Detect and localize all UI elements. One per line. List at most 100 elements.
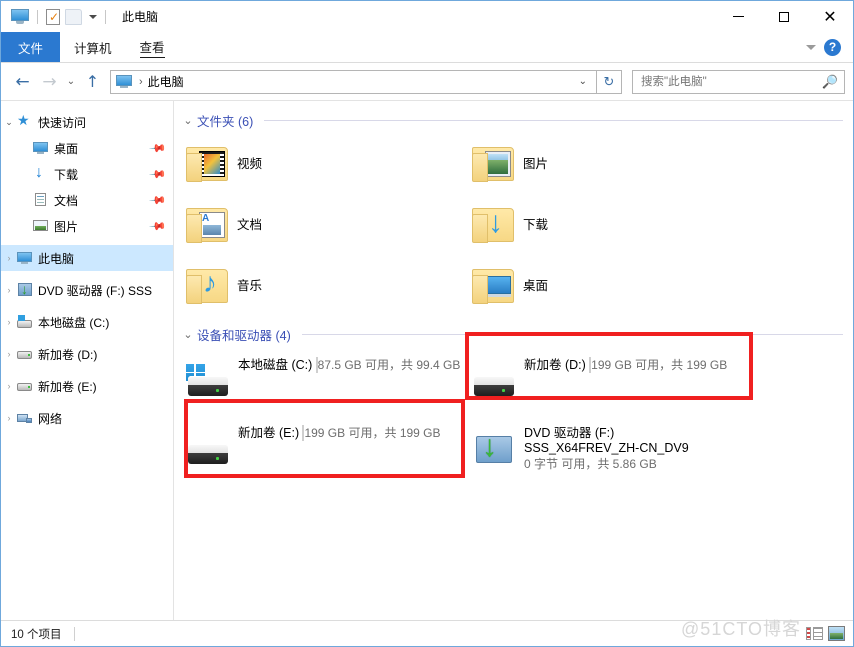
chevron-down-icon[interactable]: ⌄ [182,328,194,341]
tab-computer[interactable]: 计算机 [60,32,126,62]
expander-icon[interactable]: ⌄ [1,117,17,128]
sidebar-item-desktop[interactable]: 桌面 📌 [1,135,173,161]
item-label: 下载 [523,218,549,232]
hard-drive-icon [184,432,232,472]
group-header-folders[interactable]: ⌄ 文件夹 (6) [174,107,853,132]
file-explorer-window: ✓ 此电脑 ✕ 文件 计算机 查看 ? ← → ⌄ ↑ › 此电脑 ⌄ ↻ 搜索… [0,0,854,647]
ribbon-right-controls: ? [806,32,847,62]
recent-locations-button[interactable]: ⌄ [63,68,79,96]
group-header-drives[interactable]: ⌄ 设备和驱动器 (4) [174,321,853,346]
maximize-button[interactable] [761,1,807,32]
chevron-down-icon-path[interactable]: ⌄ [572,76,594,87]
up-button[interactable]: ↑ [79,68,106,96]
desktop-icon [33,141,49,155]
pin-icon[interactable]: 📌 [149,139,168,157]
list-item-downloads[interactable]: 下载 [464,193,750,254]
expander-icon[interactable]: › [1,285,17,295]
folders-grid: 视频 图片 文档 下载 [174,132,853,315]
dvd-drive-icon [17,281,33,297]
sidebar-item-label: 下载 [54,167,79,182]
list-item-volume-d[interactable]: 新加卷 (D:) 199 GB 可用，共 199 GB [464,346,750,414]
search-icon[interactable]: 🔍 [822,74,838,90]
list-item-local-disk-c[interactable]: 本地磁盘 (C:) 87.5 GB 可用，共 99.4 GB [178,346,464,414]
search-input[interactable] [639,74,822,89]
address-path-box[interactable]: › 此电脑 ⌄ [110,69,597,94]
expander-icon[interactable]: › [1,381,17,391]
list-item-volume-e[interactable]: 新加卷 (E:) 199 GB 可用，共 199 GB [178,414,464,482]
windows-drive-icon [17,315,33,329]
expander-icon[interactable]: › [1,349,17,359]
tab-file[interactable]: 文件 [1,32,61,62]
sidebar-item-dvd-drive[interactable]: › DVD 驱动器 (F:) SSS [1,277,173,303]
tab-computer-label: 计算机 [74,41,112,56]
drive-capacity-label: 199 GB 可用，共 199 GB [591,358,728,372]
drive-capacity-label: 0 字节 可用，共 5.86 GB [524,457,657,471]
details-view-icon[interactable] [806,626,823,641]
navigation-pane[interactable]: ⌄ 快速访问 桌面 📌 下载 📌 文档 📌 [1,101,174,620]
pictures-icon [33,219,49,233]
group-header-label: 文件夹 (6) [197,115,254,129]
breadcrumb-separator: › [139,75,143,88]
hard-drive-icon [470,364,518,404]
toolbar-divider [37,9,38,24]
pc-icon [17,251,33,265]
folder-music-icon [184,266,229,304]
item-label: 图片 [523,157,549,171]
minimize-button[interactable] [715,1,761,32]
sidebar-item-documents[interactable]: 文档 📌 [1,187,173,213]
forward-button[interactable]: → [36,68,63,96]
expander-icon[interactable]: › [1,413,17,423]
list-item-pictures[interactable]: 图片 [464,132,750,193]
group-header-label: 设备和驱动器 (4) [197,329,291,343]
item-label: 视频 [237,157,263,171]
tab-view[interactable]: 查看 [126,32,179,62]
title-bar: ✓ 此电脑 ✕ [1,1,853,32]
sidebar-item-label: 网络 [38,411,63,426]
search-box[interactable]: 🔍 [632,69,845,94]
close-button[interactable]: ✕ [807,1,853,32]
status-divider [73,626,75,641]
list-item-dvd-drive-f[interactable]: ↓ DVD 驱动器 (F:) SSS_X64FREV_ZH-CN_DV9 0 字… [464,414,750,482]
group-divider [264,120,843,121]
main-split: ⌄ 快速访问 桌面 📌 下载 📌 文档 📌 [1,100,853,620]
sidebar-item-downloads[interactable]: 下载 📌 [1,161,173,187]
back-button[interactable]: ← [9,68,36,96]
sidebar-item-volume-e[interactable]: › 新加卷 (E:) [1,373,173,399]
list-item-desktop[interactable]: 桌面 [464,254,750,315]
sidebar-item-label: 此电脑 [38,251,75,266]
expander-icon[interactable]: › [1,253,17,263]
breadcrumb-this-pc[interactable]: 此电脑 [148,73,184,90]
expander-icon[interactable]: › [1,317,17,327]
refresh-button[interactable]: ↻ [597,69,622,94]
pin-icon[interactable]: 📌 [149,165,168,183]
properties-icon[interactable]: ✓ [46,8,60,25]
sidebar-item-network[interactable]: › 网络 [1,405,173,431]
sidebar-item-pictures[interactable]: 图片 📌 [1,213,173,239]
list-item-videos[interactable]: 视频 [178,132,464,193]
sidebar-item-label: 图片 [54,219,79,234]
sidebar-item-this-pc[interactable]: › 此电脑 [1,245,173,271]
large-icons-view-icon[interactable] [828,626,845,641]
chevron-down-icon[interactable]: ⌄ [182,114,194,127]
items-view[interactable]: ⌄ 文件夹 (6) 视频 图片 A 文档 ↓ 下载 ♪ 音乐 桌面 ⌄ 设备和驱… [174,101,853,620]
sidebar-item-volume-d[interactable]: › 新加卷 (D:) [1,341,173,367]
customize-caret-icon[interactable] [89,14,97,19]
list-item-documents[interactable]: 文档 [178,193,464,254]
drive-info: DVD 驱动器 (F:) SSS_X64FREV_ZH-CN_DV9 0 字节 … [524,420,750,472]
hard-drive-icon [17,347,33,361]
drive-name-label: 新加卷 (E:) [238,426,300,440]
sidebar-item-quick-access[interactable]: ⌄ 快速访问 [1,109,173,135]
pc-icon-breadcrumb [116,75,132,88]
drive-info: 新加卷 (E:) 199 GB 可用，共 199 GB [238,420,464,441]
chevron-down-icon[interactable] [806,44,816,50]
list-item-music[interactable]: 音乐 [178,254,464,315]
pin-icon[interactable]: 📌 [149,217,168,235]
drive-info: 本地磁盘 (C:) 87.5 GB 可用，共 99.4 GB [238,352,464,373]
drive-info: 新加卷 (D:) 199 GB 可用，共 199 GB [524,352,750,373]
address-bar: ← → ⌄ ↑ › 此电脑 ⌄ ↻ 🔍 [1,63,853,100]
sidebar-item-local-disk-c[interactable]: › 本地磁盘 (C:) [1,309,173,335]
pin-icon[interactable]: 📌 [149,191,168,209]
help-icon[interactable]: ? [824,38,841,56]
new-folder-icon[interactable] [65,8,82,25]
windows-drive-icon [184,364,232,404]
